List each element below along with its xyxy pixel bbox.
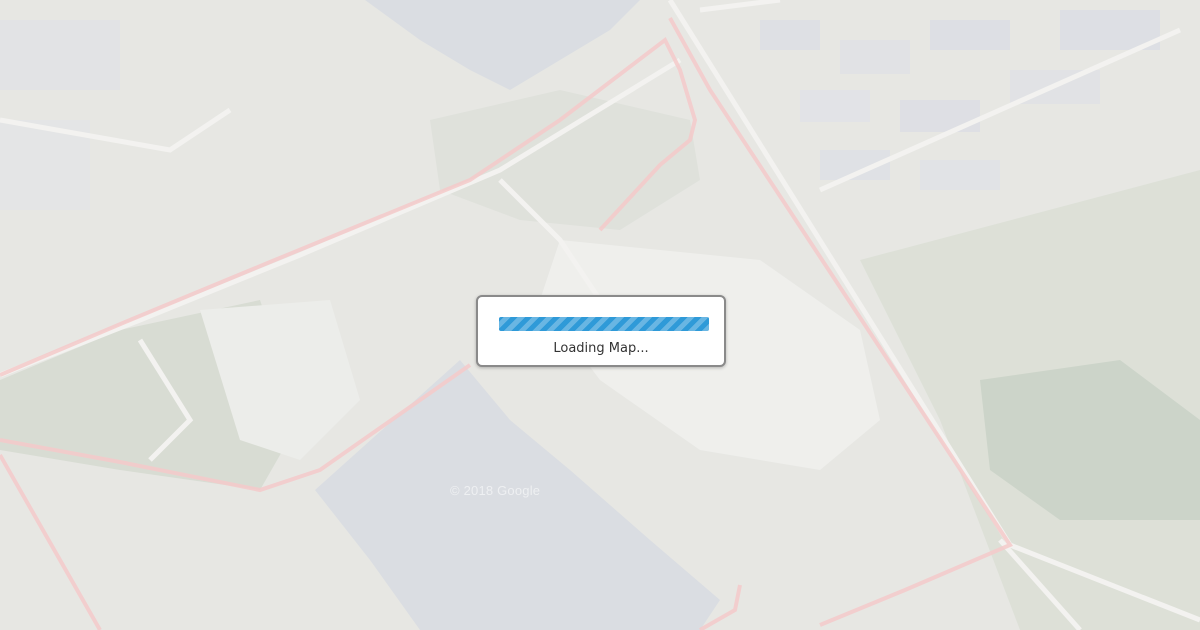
loading-label: Loading Map... (553, 341, 649, 356)
progress-track (499, 317, 709, 331)
map-watermark: © 2018 Google (450, 483, 541, 498)
loading-dialog: Loading Map... (476, 295, 726, 367)
progress-bar-fill (499, 317, 709, 331)
map-viewport[interactable]: © 2018 Google Loading Map... (0, 0, 1200, 630)
